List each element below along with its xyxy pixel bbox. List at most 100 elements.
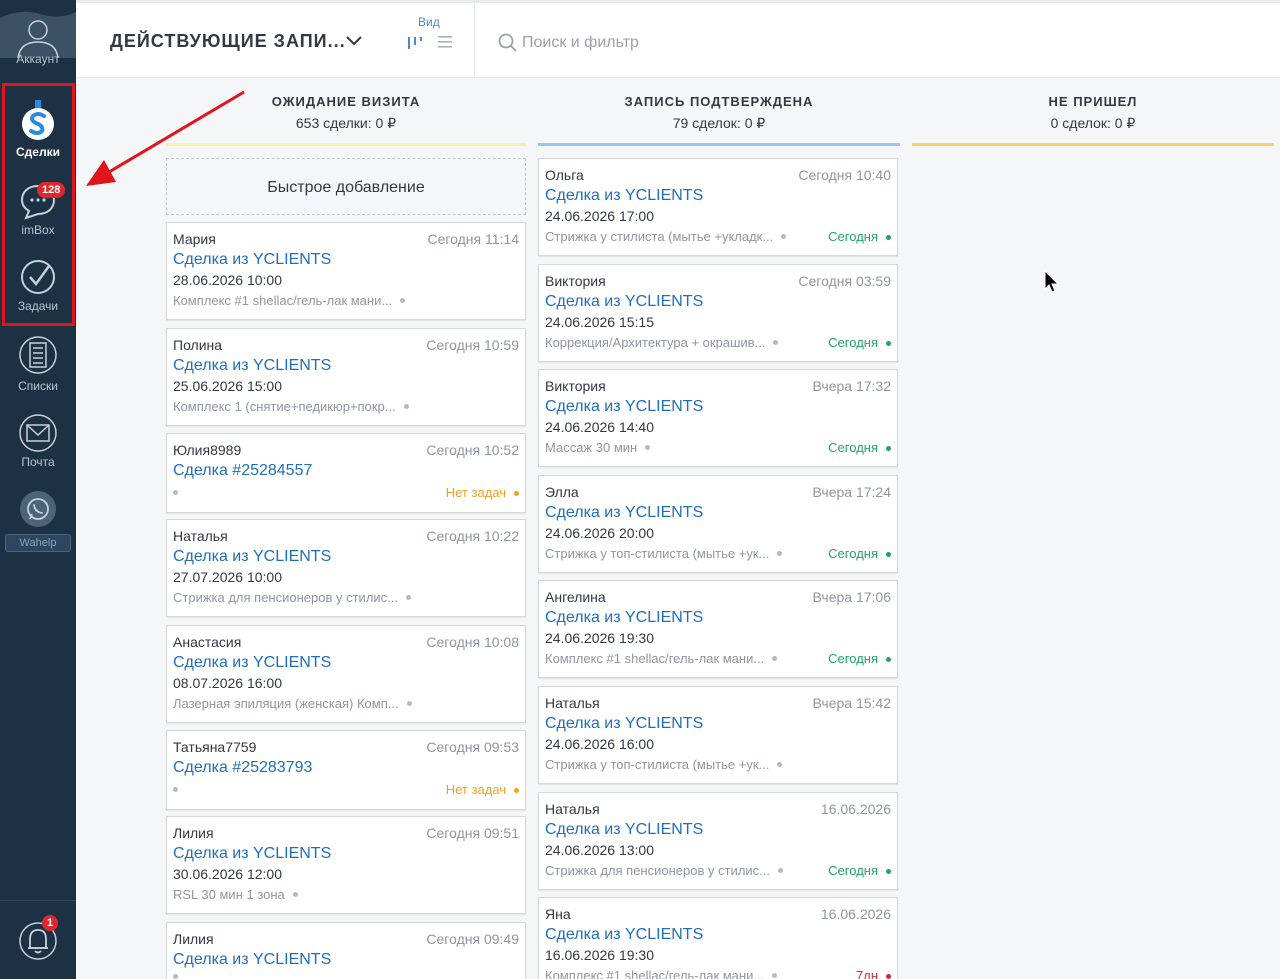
chevron-down-icon[interactable] bbox=[344, 31, 364, 51]
deal-card[interactable]: Анастасия Сегодня 10:08 Сделка из YCLIENTS… bbox=[166, 625, 526, 723]
kanban-view-icon[interactable] bbox=[406, 33, 424, 51]
search-icon bbox=[498, 33, 517, 52]
contact-name: Виктория bbox=[545, 378, 606, 394]
separator-dot bbox=[403, 404, 409, 409]
contact-name: Наталья bbox=[173, 528, 228, 544]
task-status[interactable]: Сегодня bbox=[828, 335, 891, 350]
deal-link[interactable]: Сделка из YCLIENTS bbox=[545, 187, 891, 205]
search-input[interactable] bbox=[522, 29, 1122, 57]
card-time: 16.06.2026 bbox=[820, 906, 891, 922]
separator-dot bbox=[173, 787, 178, 792]
deal-card[interactable]: Юлия8989 Сегодня 10:52 Сделка #25284557 Нет… bbox=[166, 433, 526, 513]
envelope-icon bbox=[19, 414, 57, 452]
pipeline-title[interactable]: ДЕЙСТВУЮЩИЕ ЗАПИ... bbox=[110, 31, 346, 52]
deal-link[interactable]: Сделка из YCLIENTS bbox=[173, 357, 519, 375]
task-status[interactable]: Нет задач bbox=[446, 782, 519, 797]
appointment-date: 24.06.2026 15:15 bbox=[545, 314, 654, 330]
task-status[interactable]: Сегодня bbox=[828, 546, 891, 561]
appointment-date: 28.06.2026 10:00 bbox=[173, 272, 282, 288]
deal-link[interactable]: Сделка из YCLIENTS bbox=[545, 398, 891, 416]
contact-name: Лилия bbox=[173, 825, 214, 841]
mouse-cursor-icon bbox=[1044, 270, 1060, 293]
sidebar-divider bbox=[0, 900, 76, 901]
task-status-dot bbox=[886, 657, 891, 663]
deal-card[interactable]: Виктория Вчера 17:32 Сделка из YCLIENTS 24.… bbox=[538, 369, 898, 467]
deal-link[interactable]: Сделка из YCLIENTS bbox=[545, 821, 891, 839]
card-time: Вчера 15:42 bbox=[812, 695, 891, 711]
card-footer: Стрижка у стилиста (мытье +укладк... Сего… bbox=[545, 229, 891, 244]
deal-link[interactable]: Сделка из YCLIENTS bbox=[545, 609, 891, 627]
deal-link[interactable]: Сделка из YCLIENTS bbox=[545, 926, 891, 944]
deal-link[interactable]: Сделка из YCLIENTS bbox=[173, 845, 519, 863]
deal-link[interactable]: Сделка из YCLIENTS bbox=[173, 251, 519, 269]
deal-card[interactable]: Лилия Сегодня 09:49 Сделка из YCLIENTS bbox=[166, 922, 526, 979]
nav-account[interactable]: Аккаунт bbox=[0, 8, 76, 66]
task-status-dot bbox=[514, 491, 519, 497]
lists-label: Списки bbox=[18, 379, 58, 393]
deal-card[interactable]: Мария Сегодня 11:14 Сделка из YCLIENTS 28.0… bbox=[166, 222, 526, 320]
service-name: Комплекс #1 shellac/гель-лак мани... bbox=[545, 968, 765, 979]
deal-card[interactable]: Элла Вчера 17:24 Сделка из YCLIENTS 24.06.2… bbox=[538, 475, 898, 573]
card-time: Вчера 17:24 bbox=[812, 484, 891, 500]
appointment-date: 25.06.2026 15:00 bbox=[173, 378, 282, 394]
deal-link[interactable]: Сделка из YCLIENTS bbox=[173, 951, 519, 969]
task-status[interactable]: Сегодня bbox=[828, 651, 891, 666]
deal-link[interactable]: Сделка из YCLIENTS bbox=[173, 654, 519, 672]
appointment-date: 16.06.2026 19:30 bbox=[545, 947, 654, 963]
card-time: Сегодня 10:52 bbox=[426, 442, 519, 458]
contact-name: Татьяна7759 bbox=[173, 739, 257, 755]
nav-lists[interactable]: Списки bbox=[0, 334, 76, 393]
whatsapp-icon bbox=[20, 491, 56, 527]
card-footer: Комплекс #1 shellac/гель-лак мани... Сего… bbox=[545, 651, 891, 666]
deal-card[interactable]: Виктория Сегодня 03:59 Сделка из YCLIENTS 2… bbox=[538, 264, 898, 362]
appointment-date: 24.06.2026 20:00 bbox=[545, 525, 654, 541]
quick-add-button[interactable]: Быстрое добавление bbox=[166, 158, 526, 215]
appointment-date: 24.06.2026 17:00 bbox=[545, 208, 654, 224]
deal-link[interactable]: Сделка #25283793 bbox=[173, 759, 519, 777]
task-status-label: Сегодня bbox=[828, 863, 878, 878]
deal-card[interactable]: Полина Сегодня 10:59 Сделка из YCLIENTS 25.… bbox=[166, 328, 526, 426]
account-avatar-icon bbox=[0, 11, 76, 58]
task-status[interactable]: Сегодня bbox=[828, 863, 891, 878]
card-footer: Массаж 30 мин Сегодня bbox=[545, 440, 891, 455]
deal-link[interactable]: Сделка из YCLIENTS bbox=[545, 715, 891, 733]
task-status-dot bbox=[886, 341, 891, 347]
card-time: Сегодня 09:51 bbox=[426, 825, 519, 841]
card-time: Сегодня 03:59 bbox=[798, 273, 891, 289]
card-footer: Стрижка для пенсионеров у стилис... Сегод… bbox=[545, 863, 891, 878]
card-time: Сегодня 10:22 bbox=[426, 528, 519, 544]
task-status[interactable]: Сегодня bbox=[828, 440, 891, 455]
deal-link[interactable]: Сделка #25284557 bbox=[173, 462, 519, 480]
deal-card[interactable]: Лилия Сегодня 09:51 Сделка из YCLIENTS 30.0… bbox=[166, 816, 526, 914]
task-status[interactable]: Нет задач bbox=[446, 485, 519, 500]
contact-name: Мария bbox=[173, 231, 216, 247]
deal-card[interactable]: Ангелина Вчера 17:06 Сделка из YCLIENTS 24.… bbox=[538, 580, 898, 678]
task-status[interactable]: 7дн bbox=[856, 968, 891, 979]
card-footer: Коррекция/Архитектура + окрашив... Сегодн… bbox=[545, 335, 891, 350]
contact-name: Ангелина bbox=[545, 589, 606, 605]
deal-card[interactable]: Наталья Вчера 15:42 Сделка из YCLIENTS 24.0… bbox=[538, 686, 898, 784]
list-clipboard-icon bbox=[19, 336, 57, 374]
list-view-icon[interactable] bbox=[438, 34, 452, 50]
deal-link[interactable]: Сделка из YCLIENTS bbox=[545, 293, 891, 311]
task-status-dot bbox=[886, 974, 891, 979]
nav-mail[interactable]: Почта bbox=[0, 414, 76, 469]
nav-wahelp[interactable]: Wahelp bbox=[0, 490, 76, 552]
deal-card[interactable]: Наталья Сегодня 10:22 Сделка из YCLIENTS 27… bbox=[166, 519, 526, 617]
nav-notifications[interactable]: 1 bbox=[0, 915, 76, 964]
task-status-dot bbox=[886, 552, 891, 558]
column-status-line bbox=[538, 143, 900, 146]
contact-name: Юлия8989 bbox=[173, 442, 242, 458]
task-status[interactable]: Сегодня bbox=[828, 229, 891, 244]
card-footer: Лазерная эпиляция (женская) Комп... bbox=[173, 696, 519, 711]
deal-card[interactable]: Татьяна7759 Сегодня 09:53 Сделка #25283793… bbox=[166, 730, 526, 810]
mail-label: Почта bbox=[21, 455, 55, 469]
separator-dot bbox=[292, 892, 298, 897]
deal-link[interactable]: Сделка из YCLIENTS bbox=[545, 504, 891, 522]
deal-link[interactable]: Сделка из YCLIENTS bbox=[173, 548, 519, 566]
deal-card[interactable]: Ольга Сегодня 10:40 Сделка из YCLIENTS 24.0… bbox=[538, 158, 898, 256]
appointment-date: 27.07.2026 10:00 bbox=[173, 569, 282, 585]
appointment-date: 24.06.2026 16:00 bbox=[545, 736, 654, 752]
deal-card[interactable]: Наталья 16.06.2026 Сделка из YCLIENTS 24.06… bbox=[538, 792, 898, 890]
deal-card[interactable]: Яна 16.06.2026 Сделка из YCLIENTS 16.06.202… bbox=[538, 897, 898, 979]
